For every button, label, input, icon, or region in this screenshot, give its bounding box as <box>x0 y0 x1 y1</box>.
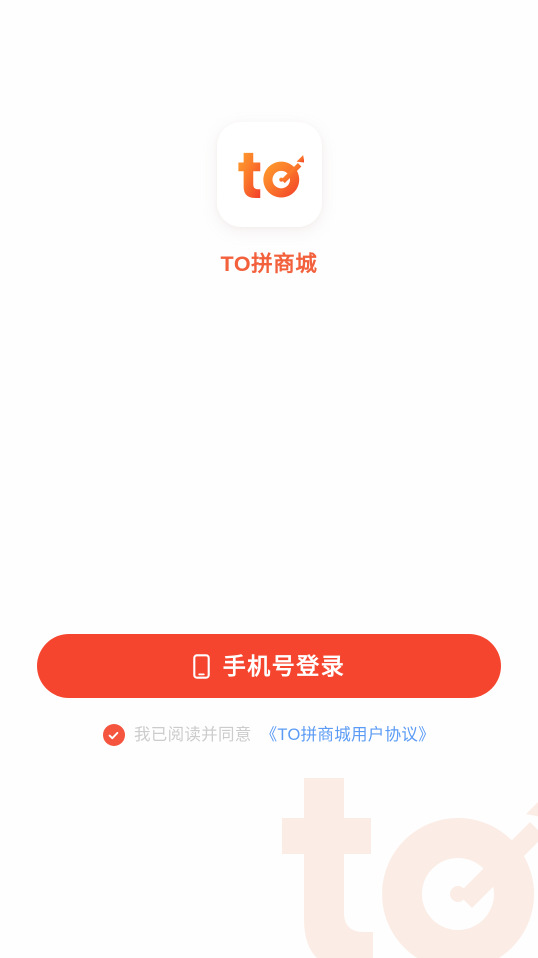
brand-block: TO拼商城 <box>0 122 538 276</box>
app-name: TO拼商城 <box>220 252 318 276</box>
app-logo-card <box>216 122 322 227</box>
to-dart-logo-watermark <box>262 772 538 958</box>
agreement-row: 我已阅读并同意 《TO拼商城用户协议》 <box>0 724 538 746</box>
phone-login-button[interactable]: 手机号登录 <box>37 634 501 698</box>
to-dart-logo-icon <box>238 152 304 198</box>
phone-login-label: 手机号登录 <box>222 652 346 679</box>
check-icon <box>109 731 119 739</box>
user-agreement-link[interactable]: 《TO拼商城用户协议》 <box>261 727 435 744</box>
login-screen: TO拼商城 手机号登录 我已阅读并同意 《TO拼商城用户协议》 <box>0 0 538 958</box>
agreement-prefix-text: 我已阅读并同意 <box>133 725 252 744</box>
agreement-checkbox[interactable] <box>102 724 125 746</box>
mobile-phone-icon <box>192 653 210 679</box>
